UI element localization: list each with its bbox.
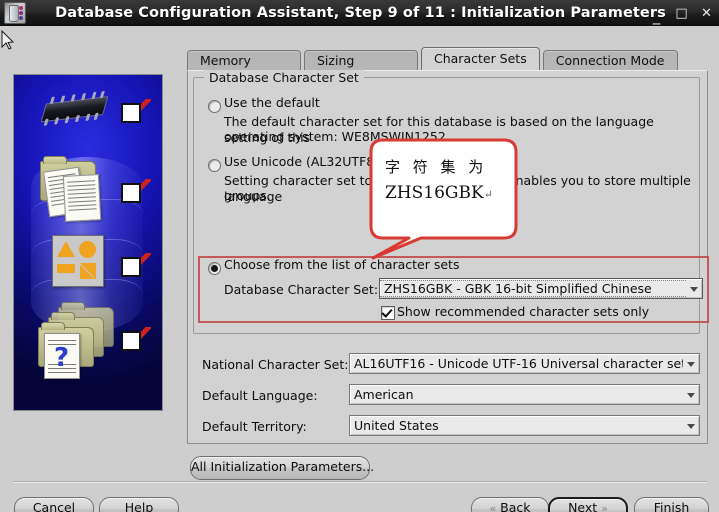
radio-use-default[interactable] [208,100,221,113]
cpu-chip-icon [33,90,112,129]
maximize-icon[interactable]: □ [675,7,688,20]
database-character-set-label: Database Character Set: [224,282,379,297]
help-button[interactable]: Help [99,497,179,512]
callout-line-2-text: ZHS16GBK [385,183,484,203]
cancel-label: Cancel [32,500,76,512]
tab-sizing[interactable]: Sizing [304,50,418,70]
chevron-down-icon[interactable] [686,280,702,297]
step-check-3 [119,250,152,279]
next-arrow-icon: » [601,502,608,512]
default-language-combo[interactable]: American [349,384,700,405]
next-label: ext [577,500,598,512]
finish-button[interactable]: Finish [634,497,709,512]
back-button[interactable]: « Back [471,497,549,512]
step-check-2 [119,176,152,205]
default-territory-value: United States [354,418,439,433]
title-bar: Database Configuration Assistant, Step 9… [0,0,719,26]
tab-connection-mode-label: Connection Mode [555,53,665,68]
radio-use-unicode-label: Use Unicode (AL32UTF8) [224,154,380,169]
back-label: ack [508,500,531,512]
chevron-down-icon[interactable] [683,355,699,372]
dbca-window: Database Configuration Assistant, Step 9… [0,0,719,512]
window-body: ? Memory Sizing Character Sets Connectio… [0,26,719,512]
default-territory-label: Default Territory: [202,419,307,434]
national-character-set-combo[interactable]: AL16UTF16 - Unicode UTF-16 Universal cha… [349,353,700,374]
national-character-set-label: National Character Set: [202,357,349,372]
next-button[interactable]: Next » [548,497,628,512]
finish-label: inish [659,500,690,512]
step-check-1 [119,96,152,125]
tab-memory-label: Memory [200,53,251,68]
back-arrow-icon: « [489,502,497,512]
chevron-down-icon[interactable] [683,417,699,434]
dbca-illustration: ? [13,74,163,411]
group-title: Database Character Set [204,70,364,85]
help-label: Help [124,500,154,512]
help-folders-icon: ? [36,302,116,379]
minimize-icon[interactable]: _ [650,8,663,24]
callout-line-1: 字 符 集 为 [385,158,488,176]
callout-line-2: ZHS16GBK↵ [385,183,505,203]
tab-character-sets[interactable]: Character Sets [421,47,540,70]
use-unicode-desc-line2: groups. [224,188,271,203]
show-recommended-checkbox[interactable] [381,306,395,320]
all-initialization-parameters-button[interactable]: All Initialization Parameters... [190,456,374,480]
tab-memory[interactable]: Memory [187,50,301,70]
documents-icon [38,156,114,225]
database-character-set-value: ZHS16GBK - GBK 16-bit Simplified Chinese [380,280,686,297]
window-title: Database Configuration Assistant, Step 9… [55,5,666,21]
chevron-down-icon[interactable] [683,386,699,403]
radio-choose-from-list[interactable] [208,262,221,275]
annotation-callout: 字 符 集 为 ZHS16GBK↵ [369,138,518,260]
show-recommended-label: Show recommended character sets only [397,304,650,319]
radio-use-unicode[interactable] [208,159,221,172]
database-character-set-combo[interactable]: ZHS16GBK - GBK 16-bit Simplified Chinese [379,278,703,299]
default-language-label: Default Language: [202,388,318,403]
callout-text: 字 符 集 为 ZHS16GBK↵ [385,156,505,203]
tab-bar: Memory Sizing Character Sets Connection … [187,47,681,70]
tab-connection-mode[interactable]: Connection Mode [542,50,678,70]
default-territory-combo[interactable]: United States [349,415,700,436]
back-mnemonic: B [500,500,509,512]
default-language-value: American [354,387,414,402]
tab-character-sets-label: Character Sets [434,51,527,66]
cancel-button[interactable]: Cancel [14,497,94,512]
all-initialization-parameters-label: All Initialization Parameters... [191,459,375,474]
radio-use-default-label: Use the default [224,95,320,110]
close-icon[interactable]: ✕ [700,7,713,20]
tab-sizing-label: Sizing [317,53,355,68]
window-controls: _ □ ✕ [650,0,713,26]
app-icon [4,2,26,24]
pilcrow-icon: ↵ [483,188,493,201]
footer-divider [14,481,707,483]
national-character-set-value: AL16UTF16 - Unicode UTF-16 Universal cha… [354,356,683,371]
step-check-4 [119,324,152,353]
